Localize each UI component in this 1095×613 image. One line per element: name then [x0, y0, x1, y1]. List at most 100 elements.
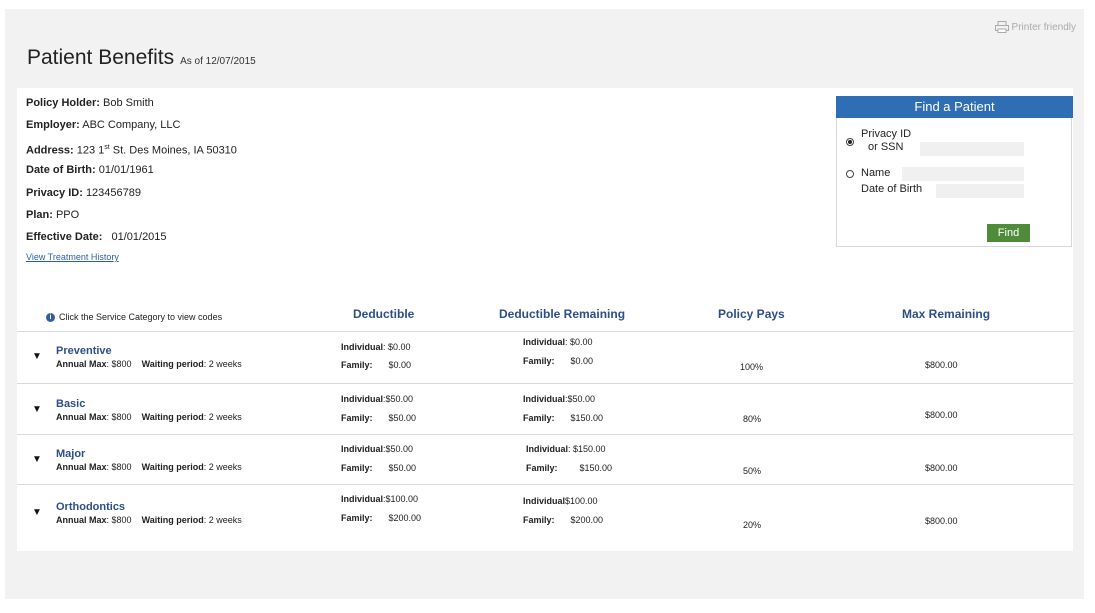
effective-date-value: 01/01/2015	[111, 231, 167, 244]
remaining-family-value: $0.00	[570, 356, 594, 366]
family-label: Family:	[523, 356, 555, 366]
remaining-individual-value: :$50.00	[565, 394, 596, 404]
service-category-name[interactable]: Orthodontics	[56, 501, 125, 513]
remaining-individual-value: : $150.00	[568, 444, 606, 454]
remaining-individual: Individual: $150.00	[526, 444, 606, 454]
annual-max-label: Annual Max	[56, 462, 107, 472]
deductible-individual: Individual:$50.00	[341, 394, 413, 404]
individual-label: Individual	[341, 494, 384, 504]
remaining-family-value: $150.00	[570, 413, 604, 423]
annual-max-value: : $800	[106, 359, 132, 369]
remaining-family: Family: $0.00	[523, 356, 593, 366]
deductible-family-value: $50.00	[388, 413, 417, 423]
remaining-individual-value: : $0.00	[565, 337, 593, 347]
printer-friendly-label[interactable]: Printer friendly	[1012, 22, 1076, 33]
address-rest: St. Des Moines, IA 50310	[109, 144, 237, 157]
individual-label: Individual	[341, 342, 384, 352]
remaining-family-value: $150.00	[579, 463, 613, 473]
family-label: Family:	[523, 515, 555, 525]
remaining-individual: Individual$100.00	[523, 496, 598, 506]
deductible-individual: Individual:$50.00	[341, 444, 413, 454]
annual-max-value: : $800	[106, 515, 132, 525]
waiting-period-label: Waiting period	[141, 462, 204, 472]
policy-holder-label: Policy Holder:	[26, 97, 100, 109]
waiting-period-value: : 2 weeks	[203, 515, 242, 525]
waiting-period-value: : 2 weeks	[203, 359, 242, 369]
employer-value: ABC Company, LLC	[82, 119, 181, 132]
address-row: Address: 123 1st St. Des Moines, IA 5031…	[26, 141, 237, 163]
remaining-individual-value: $100.00	[565, 496, 598, 506]
family-label: Family:	[341, 463, 373, 473]
header-deductible: Deductible	[353, 307, 415, 321]
deductible-family: Family: $0.00	[341, 360, 411, 370]
employer-label: Employer:	[26, 119, 80, 132]
privacy-id-input[interactable]	[920, 142, 1024, 156]
expand-arrow-icon[interactable]: ▼	[32, 507, 42, 518]
deductible-individual-value: :$50.00	[383, 394, 414, 404]
service-meta: Annual Max: $800 Waiting period: 2 weeks	[56, 462, 242, 472]
expand-arrow-icon[interactable]: ▼	[32, 404, 42, 415]
view-treatment-history-link[interactable]: View Treatment History	[26, 252, 119, 262]
remaining-individual: Individual: $0.00	[523, 337, 593, 347]
service-category-name[interactable]: Basic	[56, 398, 85, 410]
header-deductible-remaining: Deductible Remaining	[499, 307, 626, 321]
name-radio[interactable]	[846, 170, 854, 178]
family-label: Family:	[341, 360, 373, 370]
page-title: Patient Benefits As of 12/07/2015	[27, 46, 256, 70]
page-title-text: Patient Benefits	[27, 46, 175, 69]
policy-pays-value: 20%	[743, 520, 762, 530]
annual-max-label: Annual Max	[56, 359, 107, 369]
info-icon: i	[46, 312, 55, 322]
service-category-name[interactable]: Preventive	[56, 345, 112, 357]
plan-label: Plan:	[26, 208, 53, 221]
deductible-family-value: $200.00	[388, 513, 422, 523]
individual-label: Individual	[523, 496, 566, 506]
header-max-remaining: Max Remaining	[902, 307, 991, 321]
address-number: 123 1	[76, 144, 105, 157]
annual-max-label: Annual Max	[56, 412, 107, 422]
find-patient-panel: Find a Patient Privacy ID or SSN Name Da…	[836, 96, 1073, 247]
printer-icon	[994, 21, 1009, 33]
privacy-radio[interactable]	[846, 138, 854, 146]
individual-label: Individual	[523, 337, 566, 347]
dob-input[interactable]	[936, 184, 1024, 198]
expand-arrow-icon[interactable]: ▼	[32, 351, 42, 362]
as-of-date: As of 12/07/2015	[180, 56, 256, 67]
family-label: Family:	[523, 413, 555, 423]
dob-row: Date of Birth: 01/01/1961	[26, 163, 237, 185]
benefits-card: Policy Holder: Bob Smith Employer: ABC C…	[17, 88, 1073, 551]
individual-label: Individual	[526, 444, 569, 454]
effective-date-label: Effective Date:	[26, 231, 103, 244]
deductible-family: Family: $50.00	[341, 463, 416, 473]
hint-text: Click the Service Category to view codes	[59, 312, 223, 322]
name-field-label: Name	[861, 167, 891, 179]
page-frame: Printer friendly Patient Benefits As of …	[5, 9, 1084, 599]
remaining-individual: Individual:$50.00	[523, 394, 595, 404]
name-input[interactable]	[902, 167, 1024, 181]
service-category-name[interactable]: Major	[56, 448, 85, 460]
dob-field-label: Date of Birth	[861, 183, 923, 195]
privacy-id-row: Privacy ID: 123456789	[26, 186, 237, 208]
individual-label: Individual	[341, 444, 384, 454]
family-label: Family:	[341, 413, 373, 423]
remaining-family: Family: $150.00	[526, 463, 612, 473]
deductible-individual-value: :$100.00	[383, 494, 419, 504]
ssn-field-label: or SSN	[868, 141, 904, 153]
deductible-family-value: $50.00	[388, 463, 417, 473]
annual-max-value: : $800	[106, 412, 132, 422]
printer-friendly-link[interactable]: Printer friendly	[994, 21, 1076, 33]
find-button[interactable]: Find	[987, 224, 1030, 242]
family-label: Family:	[526, 463, 558, 473]
service-meta: Annual Max: $800 Waiting period: 2 weeks	[56, 359, 242, 369]
deductible-individual-value: : $0.00	[383, 342, 411, 352]
find-patient-title: Find a Patient	[836, 96, 1073, 118]
privacy-id-field-label: Privacy ID	[861, 128, 912, 140]
annual-max-label: Annual Max	[56, 515, 107, 525]
remaining-family: Family: $150.00	[523, 413, 603, 423]
policy-holder-row: Policy Holder: Bob Smith	[26, 96, 237, 118]
expand-arrow-icon[interactable]: ▼	[32, 454, 42, 465]
dob-label: Date of Birth:	[26, 164, 96, 177]
deductible-individual: Individual: $0.00	[341, 342, 411, 352]
deductible-individual: Individual:$100.00	[341, 494, 418, 504]
service-category-hint: i Click the Service Category to view cod…	[46, 312, 222, 322]
